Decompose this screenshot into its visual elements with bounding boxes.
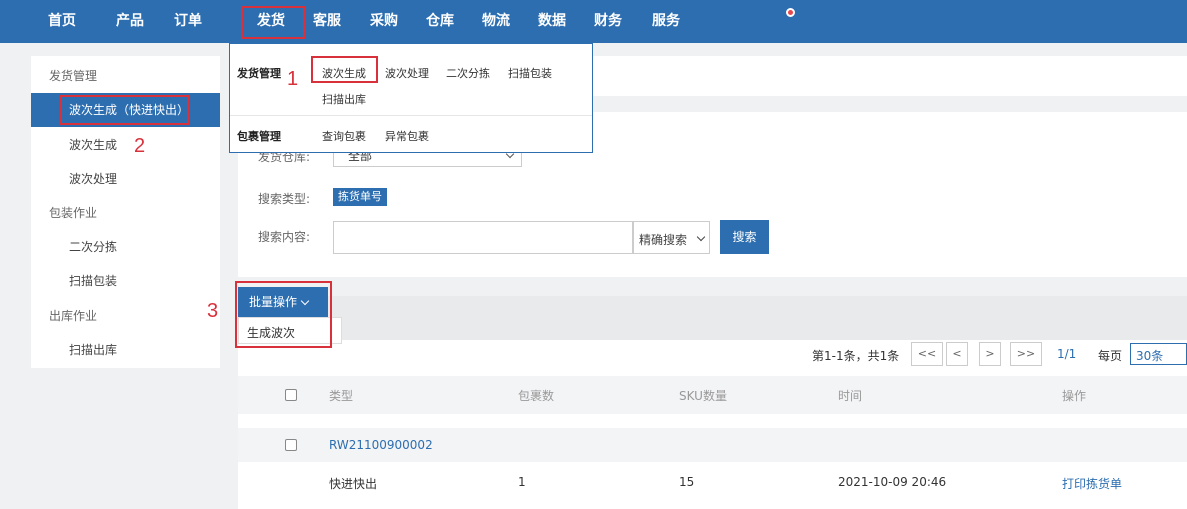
pager-next-button[interactable]: >	[979, 342, 1001, 366]
top-nav: 首页 产品 订单 发货 客服 采购 仓库 物流 数据 财务 服务	[0, 0, 1187, 43]
sidebar-item-wave-generate[interactable]: 波次生成	[31, 128, 220, 162]
sidebar-item-scan-outbound[interactable]: 扫描出库	[31, 333, 220, 367]
pager-summary: 第1-1条，共1条	[812, 349, 900, 363]
cell-type: 快进快出	[329, 477, 378, 491]
col-time: 时间	[838, 389, 863, 403]
nav-purchasing[interactable]: 采购	[370, 0, 398, 43]
dropdown-item-secondary-sort[interactable]: 二次分拣	[446, 65, 490, 81]
sidebar-item-scan-pack[interactable]: 扫描包装	[31, 264, 220, 298]
dropdown-item-scan-pack[interactable]: 扫描包装	[508, 65, 552, 81]
sidebar-item-secondary-sort[interactable]: 二次分拣	[31, 230, 220, 264]
sidebar-group-packing: 包装作业	[49, 206, 98, 220]
annotation-marker-1: 1	[287, 68, 299, 90]
nav-services[interactable]: 服务	[652, 0, 680, 43]
search-button[interactable]: 搜索	[720, 220, 769, 254]
sidebar-item-wave-process[interactable]: 波次处理	[31, 162, 220, 196]
row-checkbox[interactable]	[285, 439, 297, 451]
wave-id-link[interactable]: RW21100900002	[329, 438, 433, 452]
cell-time: 2021-10-09 20:46	[838, 475, 947, 489]
notification-dot-icon	[786, 8, 795, 17]
highlight-sidebar-active	[60, 95, 189, 125]
pager-first-button[interactable]: <<	[911, 342, 943, 366]
nav-logistics[interactable]: 物流	[482, 0, 510, 43]
batch-toolbar	[238, 296, 1187, 340]
nav-home[interactable]: 首页	[48, 0, 76, 43]
dropdown-item-wave-process[interactable]: 波次处理	[385, 65, 429, 81]
col-type: 类型	[329, 389, 354, 403]
nav-customer-service[interactable]: 客服	[313, 0, 341, 43]
nav-products[interactable]: 产品	[116, 0, 144, 43]
highlight-nav-shipping	[241, 6, 305, 39]
match-mode-value: 精确搜索	[639, 233, 688, 247]
col-packages: 包裹数	[518, 389, 555, 403]
highlight-dropdown-wave	[311, 56, 378, 83]
col-action: 操作	[1062, 389, 1087, 403]
dropdown-divider	[230, 115, 592, 116]
pager-last-button[interactable]: >>	[1010, 342, 1042, 366]
nav-data[interactable]: 数据	[538, 0, 566, 43]
cell-packages: 1	[518, 475, 526, 489]
dropdown-section-packages: 包裹管理	[237, 130, 281, 143]
pager-prev-button[interactable]: <	[946, 342, 968, 366]
shipping-dropdown-menu: 发货管理 波次生成 波次处理 二次分拣 扫描包装 扫描出库 包裹管理 查询包裹 …	[229, 43, 593, 153]
search-content-label: 搜索内容:	[258, 230, 311, 244]
nav-finance[interactable]: 财务	[594, 0, 622, 43]
highlight-batch	[235, 281, 332, 348]
select-all-checkbox[interactable]	[285, 389, 297, 401]
col-sku: SKU数量	[679, 389, 727, 403]
dropdown-item-query-packages[interactable]: 查询包裹	[322, 128, 366, 144]
match-mode-select[interactable]: 精确搜索	[633, 221, 710, 254]
search-type-tag[interactable]: 拣货单号	[333, 188, 387, 206]
annotation-marker-3: 3	[207, 300, 219, 322]
nav-orders[interactable]: 订单	[174, 0, 202, 43]
dropdown-item-abnormal-packages[interactable]: 异常包裹	[385, 128, 429, 144]
match-mode-chevron-icon	[696, 231, 706, 245]
sidebar-group-shipping: 发货管理	[49, 69, 98, 83]
annotation-marker-2: 2	[134, 135, 146, 157]
print-pick-list-link[interactable]: 打印拣货单	[1062, 475, 1122, 492]
table-row	[238, 462, 1187, 500]
per-page-select[interactable]: 30条	[1130, 343, 1187, 365]
nav-warehouse[interactable]: 仓库	[426, 0, 454, 43]
dropdown-item-scan-outbound[interactable]: 扫描出库	[322, 91, 366, 107]
per-page-label: 每页	[1098, 349, 1123, 363]
search-type-label: 搜索类型:	[258, 192, 311, 206]
pager-page: 1/1	[1057, 347, 1077, 361]
dropdown-section-shipping: 发货管理	[237, 67, 281, 80]
cell-sku: 15	[679, 475, 695, 489]
sidebar-group-outbound: 出库作业	[49, 309, 98, 323]
search-input[interactable]	[333, 221, 633, 254]
per-page-value: 30条	[1136, 349, 1164, 363]
